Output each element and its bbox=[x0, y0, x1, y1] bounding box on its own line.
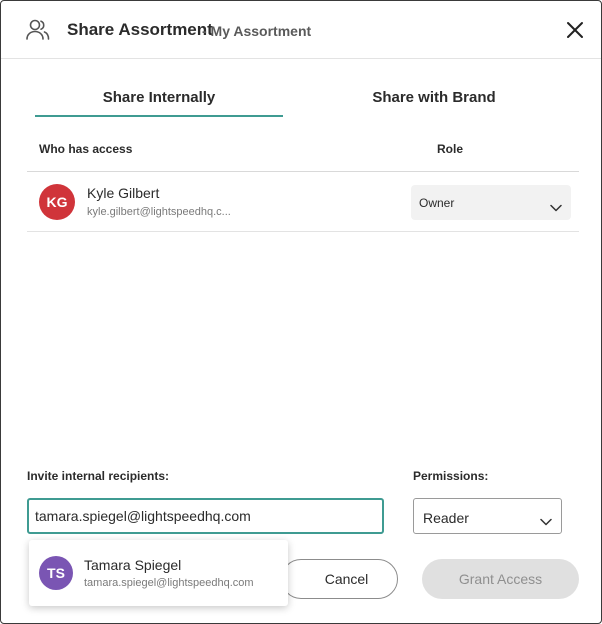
share-assortment-dialog: Share Assortment - My Assortment Share I… bbox=[0, 0, 602, 624]
invite-label: Invite internal recipients: bbox=[27, 469, 170, 483]
grant-access-button[interactable]: Grant Access bbox=[422, 559, 579, 599]
dialog-title: Share Assortment bbox=[67, 20, 213, 39]
role-select[interactable]: Owner bbox=[411, 185, 571, 220]
table-row: KG Kyle Gilbert kyle.gilbert@lightspeedh… bbox=[27, 172, 579, 232]
suggestion-email: tamara.spiegel@lightspeedhq.com bbox=[84, 577, 254, 589]
column-header-who-has-access: Who has access bbox=[39, 142, 133, 156]
user-email: kyle.gilbert@lightspeedhq.c... bbox=[87, 206, 231, 218]
users-icon bbox=[25, 18, 51, 42]
permissions-select[interactable]: Reader bbox=[413, 498, 562, 534]
chevron-down-icon bbox=[550, 199, 562, 212]
permissions-value: Reader bbox=[423, 510, 469, 526]
column-header-role: Role bbox=[437, 142, 464, 156]
avatar: TS bbox=[39, 556, 73, 590]
close-icon[interactable] bbox=[563, 18, 587, 42]
user-name: Kyle Gilbert bbox=[87, 185, 160, 201]
suggestion-name: Tamara Spiegel bbox=[84, 557, 182, 573]
role-value: Owner bbox=[419, 196, 455, 210]
tab-share-internally[interactable]: Share Internally bbox=[35, 89, 283, 106]
permissions-label: Permissions: bbox=[413, 469, 489, 483]
cancel-button[interactable]: Cancel bbox=[281, 559, 398, 599]
dialog-header: Share Assortment - My Assortment bbox=[1, 1, 601, 59]
avatar: KG bbox=[39, 184, 75, 220]
invite-recipients-input[interactable] bbox=[27, 498, 384, 534]
active-tab-indicator bbox=[35, 115, 283, 117]
dialog-subtitle: - My Assortment bbox=[202, 23, 312, 39]
recipient-suggestion[interactable]: TS Tamara Spiegel tamara.spiegel@lightsp… bbox=[29, 540, 288, 606]
tab-share-with-brand[interactable]: Share with Brand bbox=[321, 89, 547, 106]
chevron-down-icon bbox=[540, 513, 552, 526]
